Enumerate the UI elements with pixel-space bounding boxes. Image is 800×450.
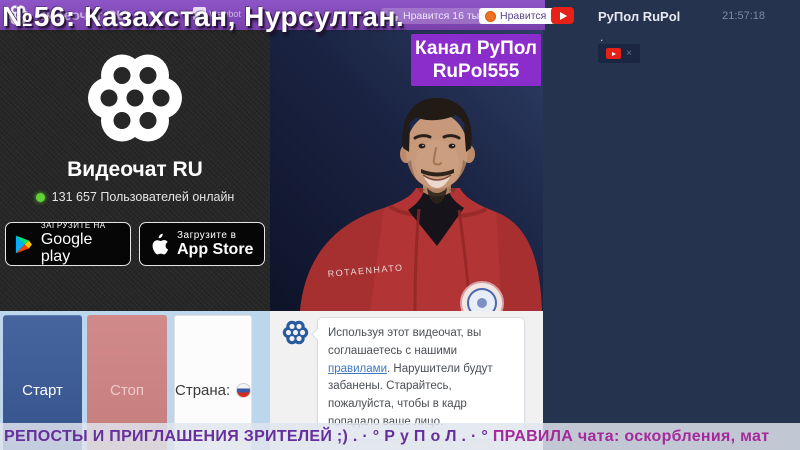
videochat-logo-icon	[88, 54, 182, 142]
videochat-app: Видеочат RU Viewbot Нравится 16 тыс. Нра…	[0, 0, 800, 450]
channel-badge-line2: RuPol555	[432, 61, 520, 83]
gp-caption: ЗАГРУЗИТЕ НА	[40, 221, 106, 231]
videochat-mini-logo-icon	[282, 320, 309, 345]
as-caption: Загрузите в	[177, 229, 237, 241]
video-stream: ROTAENHATO Канал РуПол RuPol555	[270, 30, 543, 325]
close-icon[interactable]: ×	[626, 48, 632, 59]
marquee-text-2: ПРАВИЛА чата: оскорбления, мат	[492, 428, 770, 445]
left-panel: Видеочат RU 131 657 Пользователей онлайн…	[0, 30, 270, 311]
marquee-bar: РЕПОСТЫ И ПРИГЛАШЕНИЯ ЗРИТЕЛЕЙ ;) . · ° …	[0, 423, 800, 450]
channel-badge: Канал РуПол RuPol555	[411, 34, 541, 87]
country-label: Страна:	[175, 381, 231, 399]
google-play-badge[interactable]: ЗАГРУЗИТЕ НА Google play	[5, 221, 131, 266]
gp-name: Google play	[40, 230, 93, 266]
online-counter: 131 657 Пользователей онлайн	[0, 190, 270, 204]
apple-icon	[152, 233, 169, 255]
channel-badge-line1: Канал РуПол	[415, 38, 537, 59]
rules-bubble: Используя этот видеочат, вы соглашаетесь…	[317, 317, 525, 440]
start-label: Старт	[22, 382, 63, 399]
chat-author[interactable]: РуПол RuPol	[598, 9, 680, 24]
chat-timestamp: 21:57:18	[722, 10, 765, 22]
youtube-button[interactable]	[551, 7, 574, 24]
store-badges: ЗАГРУЗИТЕ НА Google play Загрузите в App…	[4, 221, 266, 266]
app-store-badge[interactable]: Загрузите в App Store	[139, 222, 265, 266]
online-dot-icon	[35, 192, 45, 202]
chat-link-chip[interactable]: ×	[598, 44, 640, 63]
room-title-overlay: №56: Казахстан, Нурсултан.	[2, 1, 405, 32]
chat-message: .	[600, 30, 604, 44]
youtube-chip-icon	[606, 48, 622, 59]
stop-label: Стоп	[110, 381, 144, 399]
play-icon	[559, 11, 567, 20]
rules-text-1: Используя этот видеочат, вы соглашаетесь…	[328, 327, 482, 357]
as-name: App Store	[177, 240, 254, 258]
google-play-icon	[15, 235, 32, 253]
chat-panel: РуПол RuPol 21:57:18 . ×	[543, 0, 800, 450]
marquee-text-1: РЕПОСТЫ И ПРИГЛАШЕНИЯ ЗРИТЕЛЕЙ ;) . · ° …	[4, 428, 493, 445]
russia-flag-icon	[236, 382, 251, 398]
online-text: 131 657 Пользователей онлайн	[51, 190, 235, 204]
videochat-title: Видеочат RU	[67, 158, 203, 181]
rules-link[interactable]: правилами	[328, 363, 387, 375]
